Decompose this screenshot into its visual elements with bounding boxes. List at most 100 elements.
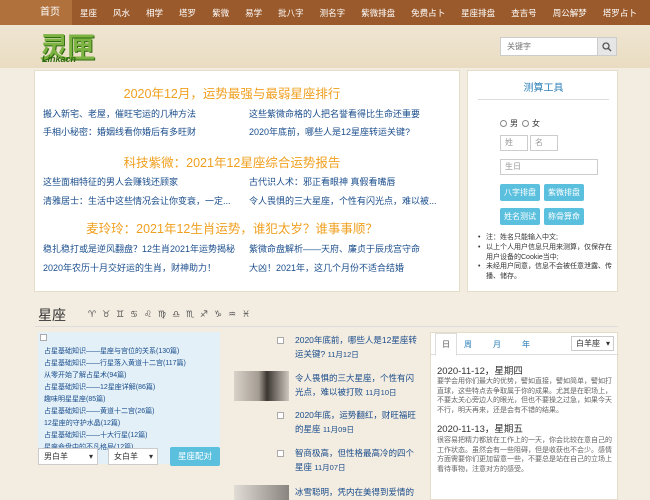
zodiac-cancer-icon[interactable]: ♋	[130, 309, 138, 320]
nav-item-ziwei-paipan[interactable]: 紫微排盘	[353, 7, 403, 19]
headline-link[interactable]: 令人畏惧的三大星座，个性有闪光点，难以被...	[249, 194, 454, 207]
bazi-paipan-button[interactable]: 八字排盘	[500, 184, 540, 201]
knowledge-item[interactable]: 趣味明星星座(85篇)	[44, 394, 105, 404]
headline-link[interactable]: 这些面相特征的男人会赚钱还顾家	[43, 175, 243, 188]
male-zodiac-select[interactable]: 男白羊 ▾	[38, 448, 98, 465]
divider	[478, 99, 609, 100]
tool-title: 测算工具	[523, 83, 564, 94]
zodiac-libra-icon[interactable]: ♎	[172, 309, 180, 320]
nav-item-jihao[interactable]: 查吉号	[503, 7, 545, 19]
search-box	[500, 37, 617, 56]
news-title[interactable]: 冰雪聪明，凭内在美得到爱情的星座	[295, 487, 414, 500]
knowledge-item[interactable]: 占星基础知识——星座与宫位的关系(130篇)	[44, 346, 179, 356]
headline-link[interactable]: 搬入新宅、老屋，催旺宅运的几种方法	[43, 107, 243, 120]
zodiac-gemini-icon[interactable]: ♊	[116, 309, 124, 320]
tab-month[interactable]: 月	[493, 339, 501, 350]
search-button[interactable]	[597, 38, 616, 55]
zodiac-pisces-icon[interactable]: ♓	[242, 309, 250, 320]
news-item[interactable]: 2020年底，运势翻红，财旺福旺的星座 11月09日	[295, 408, 420, 437]
zodiac-aries-icon[interactable]: ♈	[88, 309, 96, 320]
broken-image-icon	[40, 334, 47, 341]
nav-item-jiemeng[interactable]: 周公解梦	[545, 7, 595, 19]
knowledge-item[interactable]: 12星座的守护水晶(12篇)	[44, 418, 120, 428]
tab-week[interactable]: 周	[464, 339, 472, 350]
top-nav: 首页 星座 风水 相学 塔罗 紫微 易学 批八字 测名字 紫微排盘 免费占卜 星…	[0, 0, 650, 25]
news-item[interactable]: 令人畏惧的三大星座，个性有闪光点，难以被打败 11月10日	[295, 371, 420, 400]
headline-link[interactable]: 手相小秘密：婚姻线看你婚后有多旺财	[43, 125, 243, 138]
knowledge-item[interactable]: 占星基础知识——12星座详解(86篇)	[44, 382, 155, 392]
nav-item-xingzuo-paipan[interactable]: 星座排盘	[453, 7, 503, 19]
news-date: 11月07日	[314, 463, 346, 472]
news-title[interactable]: 智商极高，但性格最高冷的四个星座	[295, 448, 414, 472]
chenggu-button[interactable]: 称骨算命	[544, 208, 584, 225]
zodiac-capricorn-icon[interactable]: ♑	[214, 309, 222, 320]
zodiac-taurus-icon[interactable]: ♉	[102, 309, 110, 320]
headline-link[interactable]: 清雅居士：生活中这些情况会让你变衰，一定...	[43, 194, 243, 207]
female-label: 女	[532, 119, 540, 128]
broken-image-icon	[277, 450, 284, 457]
zodiac-leo-icon[interactable]: ♌	[144, 309, 152, 320]
tool-note: 未经用户同意，信息不会被任意泄露、传播、储存。	[478, 262, 616, 281]
news-date: 11月10日	[365, 388, 397, 397]
headline-title-1[interactable]: 2020年12月，运势最强与最弱星座排行	[1, 83, 463, 102]
knowledge-item[interactable]: 从零开始了解占星术(94篇)	[44, 370, 126, 380]
gender-female-radio[interactable]: 女	[522, 118, 540, 129]
headline-link[interactable]: 2020年农历十月交好运的生肖，财神助力！	[43, 261, 243, 274]
nav-item-xingzuo[interactable]: 星座	[72, 7, 105, 19]
female-zodiac-value: 女白羊	[114, 452, 138, 461]
chevron-down-icon: ▾	[605, 339, 610, 348]
knowledge-item[interactable]: 占星基础知识——行星落入黄道十二宫(117篇)	[44, 358, 186, 368]
name-input[interactable]: 名	[530, 135, 558, 151]
male-zodiac-value: 男白羊	[44, 452, 68, 461]
section-title: 星座	[38, 307, 66, 323]
news-item[interactable]: 2020年底前，哪些人是12星座转运关键? 11月12日	[295, 333, 420, 362]
chevron-down-icon: ▾	[88, 452, 93, 461]
daily-fortune-panel: 日 周 月 年 白羊座 ▾ 2020-11-12，星期四 要学会用你们最大的优势，…	[430, 332, 619, 500]
zodiac-select[interactable]: 白羊座 ▾	[571, 336, 614, 351]
knowledge-item[interactable]: 占星基础知识——黄道十二宫(26篇)	[44, 406, 154, 416]
nav-item-bazi[interactable]: 批八字	[270, 7, 312, 19]
zodiac-sagittarius-icon[interactable]: ♐	[200, 309, 208, 320]
news-thumbnail[interactable]	[234, 485, 289, 500]
birthday-input[interactable]: 生日	[500, 159, 598, 175]
nav-item-yixue[interactable]: 易学	[237, 7, 270, 19]
zodiac-scorpio-icon[interactable]: ♏	[186, 309, 194, 320]
knowledge-list: 占星基础知识——星座与宫位的关系(130篇) 占星基础知识——行星落入黄道十二宫…	[38, 332, 220, 464]
tab-day[interactable]: 日	[435, 333, 457, 356]
news-title[interactable]: 2020年底，运势翻红，财旺福旺的星座	[295, 410, 416, 434]
gender-male-radio[interactable]: 男	[500, 118, 518, 129]
headline-title-2[interactable]: 科技紫微：2021年12星座综合运势报告	[1, 152, 463, 171]
chevron-down-icon: ▾	[148, 452, 153, 461]
nav-item-taluo-zhanbu[interactable]: 塔罗占卜	[595, 7, 645, 19]
headline-link[interactable]: 2020年底前，哪些人是12星座转运关键?	[249, 125, 454, 138]
zodiac-pair-button[interactable]: 星座配对	[170, 447, 220, 466]
site-logo[interactable]: 灵匣 Linkacn	[40, 28, 112, 66]
headline-link[interactable]: 古代识人术：邪正看眼神 真假看嘴唇	[249, 175, 454, 188]
tool-note: 注：姓名只能输入中文;	[478, 233, 616, 243]
zodiac-virgo-icon[interactable]: ♍	[158, 309, 166, 320]
nav-item-fengshui[interactable]: 风水	[105, 7, 138, 19]
knowledge-item[interactable]: 占星基础知识——十大行星(12篇)	[44, 430, 147, 440]
tab-year[interactable]: 年	[522, 339, 530, 350]
female-zodiac-select[interactable]: 女白羊 ▾	[108, 448, 158, 465]
nav-item-ziwei[interactable]: 紫微	[204, 7, 237, 19]
nav-item-ceming[interactable]: 测名字	[312, 7, 354, 19]
zodiac-aquarius-icon[interactable]: ♒	[228, 309, 236, 320]
headline-link[interactable]: 紫微命盘解析——天府、廉贞于辰戌宫守命	[249, 242, 454, 255]
nav-item-xiangxue[interactable]: 相学	[138, 7, 171, 19]
nav-item-taluo[interactable]: 塔罗	[171, 7, 204, 19]
ziwei-paipan-button[interactable]: 紫微排盘	[544, 184, 584, 201]
name-test-button[interactable]: 姓名测试	[500, 208, 540, 225]
headline-link[interactable]: 稳扎稳打或是逆风翻盘？12生肖2021年运势揭秘	[43, 242, 243, 255]
search-input[interactable]	[501, 38, 597, 55]
surname-input[interactable]: 姓	[500, 135, 528, 151]
nav-item-zhanbu[interactable]: 免费占卜	[403, 7, 453, 19]
headline-title-3[interactable]: 麦玲玲：2021年12生肖运势，谁犯太岁？谁事事顺？	[1, 218, 463, 237]
news-item[interactable]: 冰雪聪明，凭内在美得到爱情的星座	[295, 485, 420, 500]
headline-link[interactable]: 这些紫微命格的人把名誉看得比生命还重要	[249, 107, 454, 120]
zodiac-select-value: 白羊座	[576, 339, 600, 348]
headline-link[interactable]: 大凶！2021年，这几个月份不适合结婚	[249, 261, 454, 274]
nav-home[interactable]: 首页	[0, 0, 72, 25]
news-thumbnail[interactable]	[234, 371, 289, 401]
news-item[interactable]: 智商极高，但性格最高冷的四个星座 11月07日	[295, 446, 420, 475]
